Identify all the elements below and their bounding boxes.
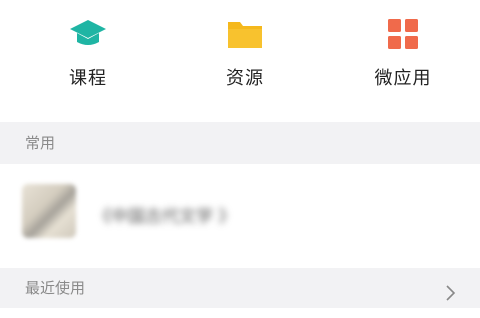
common-section-header: 常用 [0, 122, 480, 164]
item-thumbnail [22, 184, 76, 238]
chevron-right-icon [440, 278, 460, 301]
app-grid-icon [383, 14, 423, 54]
quick-access-bar: 课程 资源 微应用 [0, 0, 480, 120]
item-title: 《中国古代文学 》 [94, 207, 236, 227]
common-list-item[interactable]: 《中国古代文学 》 [0, 164, 480, 264]
graduation-cap-icon [68, 14, 108, 54]
course-entry[interactable]: 课程 [28, 14, 148, 90]
resource-entry[interactable]: 资源 [185, 14, 305, 90]
recent-section-header[interactable]: 最近使用 [0, 268, 480, 308]
resource-label: 资源 [226, 68, 264, 89]
micro-apps-entry[interactable]: 微应用 [343, 14, 463, 90]
micro-apps-label: 微应用 [374, 68, 432, 89]
course-label: 课程 [69, 68, 107, 89]
recent-section-title: 最近使用 [25, 279, 86, 297]
common-section-title: 常用 [25, 134, 56, 152]
folder-icon [225, 14, 265, 54]
